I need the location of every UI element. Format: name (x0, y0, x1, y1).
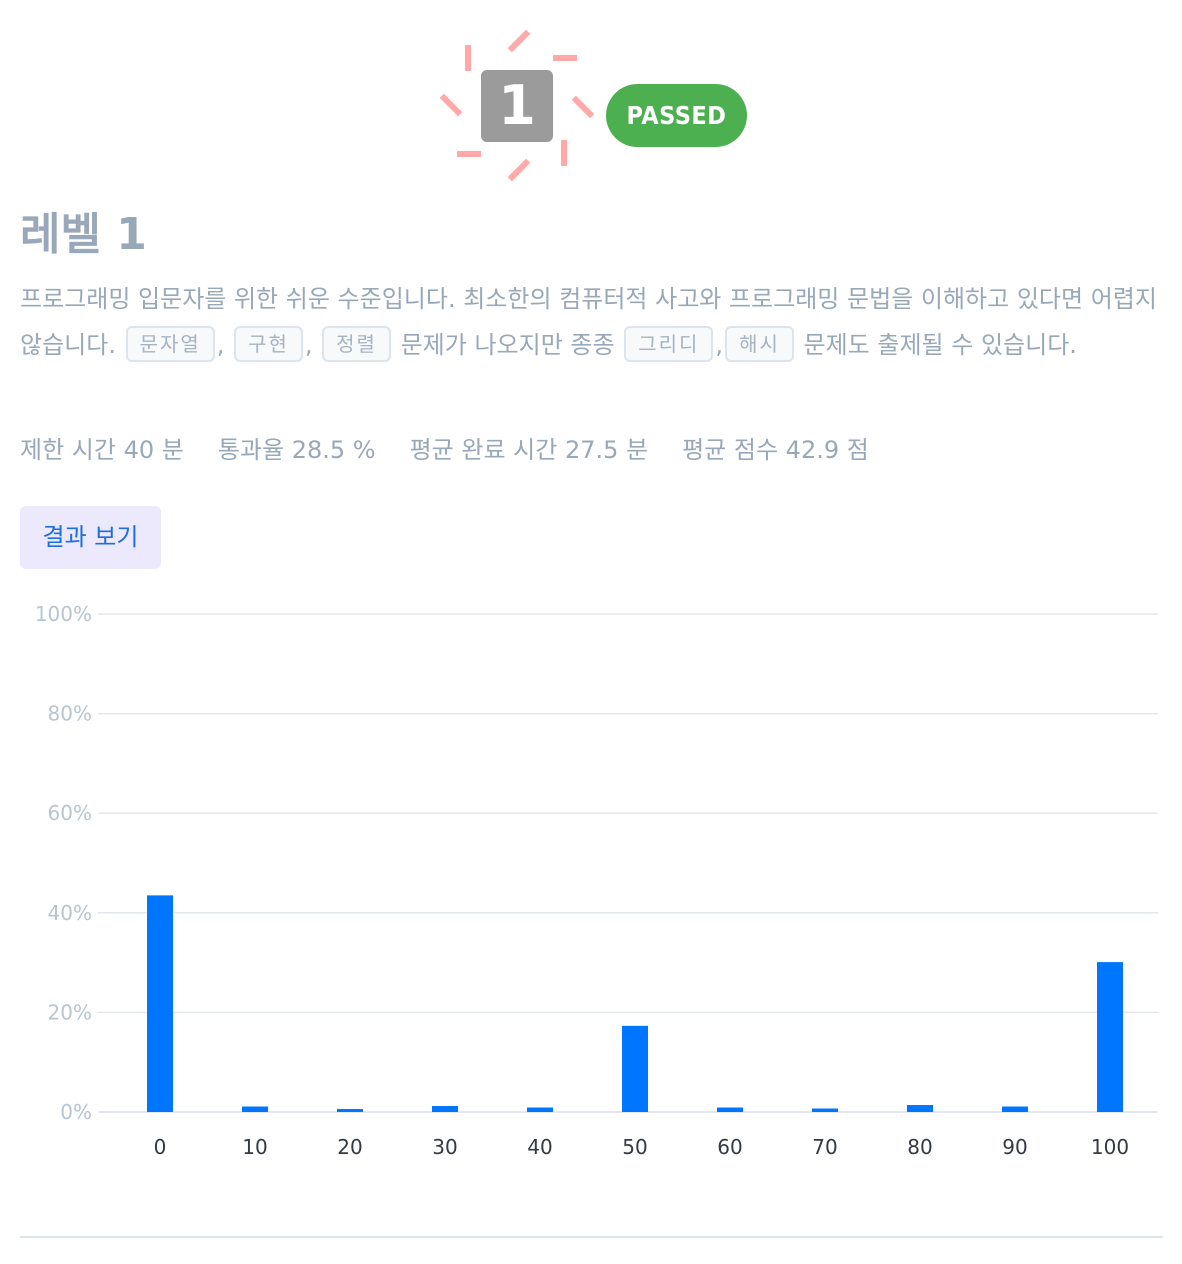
bar-40 (527, 1107, 553, 1112)
tag-string: 문자열 (125, 326, 215, 362)
bar-60 (717, 1107, 743, 1112)
bar-70 (812, 1108, 838, 1112)
tag-separator: , (304, 331, 313, 359)
x-tick-label: 30 (432, 1135, 457, 1159)
y-tick-label: 100% (35, 602, 92, 626)
bar-30 (432, 1106, 458, 1112)
x-tick-label: 20 (337, 1135, 362, 1159)
x-tick-label: 50 (622, 1135, 647, 1159)
description-middle: 문제가 나오지만 종종 (392, 331, 623, 359)
x-tick-label: 10 (242, 1135, 267, 1159)
y-tick-label: 20% (48, 1000, 92, 1024)
tag-implementation: 구현 (234, 326, 303, 362)
stat-time-limit: 제한 시간 40 분 (20, 436, 184, 464)
bar-80 (907, 1105, 933, 1112)
tag-separator: , (715, 331, 724, 359)
stat-pass-rate: 통과율 28.5 % (217, 436, 376, 464)
x-tick-label: 80 (907, 1135, 932, 1159)
passed-status-badge: PASSED (606, 84, 747, 147)
bar-10 (242, 1106, 268, 1112)
x-tick-label: 0 (154, 1135, 167, 1159)
x-tick-label: 60 (717, 1135, 742, 1159)
score-distribution-chart: 0% 20% 40% 60% 80% 100% 0 10 20 30 40 50 60 70 80 90 100 (0, 590, 1182, 1180)
x-tick-label: 40 (527, 1135, 552, 1159)
tag-hash: 해시 (725, 326, 794, 362)
tag-greedy: 그리디 (624, 326, 714, 362)
bar-20 (337, 1109, 363, 1112)
chart-svg: 0% 20% 40% 60% 80% 100% 0 10 20 30 40 50 60 70 80 90 100 (35, 602, 1158, 1159)
level-badge-area: 1 PASSED (0, 0, 1182, 190)
bar-100 (1097, 962, 1123, 1112)
level-title: 레벨 1 (20, 209, 147, 260)
tag-separator: , (216, 331, 225, 359)
level-number-badge: 1 (481, 70, 553, 142)
bar-50 (622, 1025, 648, 1112)
y-tick-label: 40% (48, 901, 92, 925)
y-tick-label: 60% (48, 801, 92, 825)
x-tick-label: 100 (1091, 1135, 1129, 1159)
bar-90 (1002, 1106, 1028, 1112)
stat-avg-score: 평균 점수 42.9 점 (682, 436, 869, 464)
bottom-divider (20, 1236, 1163, 1238)
view-results-button[interactable]: 결과 보기 (20, 506, 161, 569)
level-stats: 제한 시간 40 분 통과율 28.5 % 평균 완료 시간 27.5 분 평균… (20, 430, 869, 470)
y-tick-label: 80% (48, 702, 92, 726)
y-tick-label: 0% (60, 1100, 92, 1124)
level-description: 프로그래밍 입문자를 위한 쉬운 수준입니다. 최소한의 컴퓨터적 사고와 프로… (20, 276, 1160, 368)
description-outro: 문제도 출제될 수 있습니다. (795, 331, 1077, 359)
bar-0 (147, 895, 173, 1112)
stat-avg-completion-time: 평균 완료 시간 27.5 분 (409, 436, 649, 464)
x-tick-label: 90 (1002, 1135, 1027, 1159)
x-tick-label: 70 (812, 1135, 837, 1159)
tag-sorting: 정렬 (322, 326, 391, 362)
